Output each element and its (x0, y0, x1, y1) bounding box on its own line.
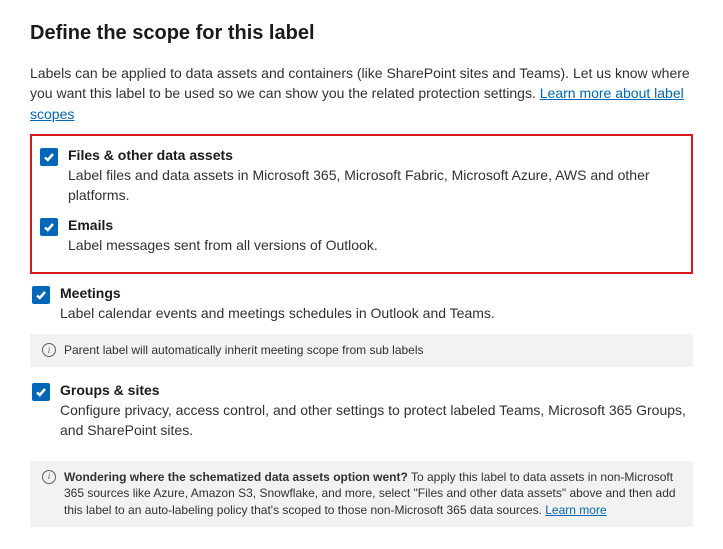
page-title: Define the scope for this label (30, 22, 693, 45)
schematized-info-bar: i Wondering where the schematized data a… (30, 461, 693, 527)
scope-emails-desc: Label messages sent from all versions of… (68, 236, 683, 256)
info-icon: i (42, 343, 56, 357)
scope-emails-text: Emails Label messages sent from all vers… (68, 216, 683, 256)
scope-files-title: Files & other data assets (68, 146, 683, 166)
scope-groups: Groups & sites Configure privacy, access… (30, 377, 693, 447)
checkmark-icon (43, 151, 55, 163)
meetings-info-text: Parent label will automatically inherit … (64, 342, 681, 359)
checkbox-meetings[interactable] (32, 286, 50, 304)
scope-meetings-title: Meetings (60, 284, 691, 304)
checkbox-groups[interactable] (32, 383, 50, 401)
checkmark-icon (35, 289, 47, 301)
checkbox-files[interactable] (40, 148, 58, 166)
scope-meetings-text: Meetings Label calendar events and meeti… (60, 284, 691, 324)
scope-files-desc: Label files and data assets in Microsoft… (68, 166, 683, 205)
scope-files-text: Files & other data assets Label files an… (68, 146, 683, 206)
scope-meetings: Meetings Label calendar events and meeti… (30, 280, 693, 330)
scope-groups-text: Groups & sites Configure privacy, access… (60, 381, 691, 441)
scope-meetings-desc: Label calendar events and meetings sched… (60, 304, 691, 324)
checkmark-icon (43, 221, 55, 233)
scope-files: Files & other data assets Label files an… (38, 142, 685, 212)
scope-groups-title: Groups & sites (60, 381, 691, 401)
learn-more-schematized-link[interactable]: Learn more (545, 503, 606, 517)
checkbox-emails[interactable] (40, 218, 58, 236)
intro-text: Labels can be applied to data assets and… (30, 63, 693, 124)
scope-emails-title: Emails (68, 216, 683, 236)
checkmark-icon (35, 386, 47, 398)
scope-emails: Emails Label messages sent from all vers… (38, 212, 685, 262)
scope-groups-desc: Configure privacy, access control, and o… (60, 401, 691, 440)
highlighted-scopes: Files & other data assets Label files an… (30, 134, 693, 274)
schematized-question: Wondering where the schematized data ass… (64, 470, 408, 484)
schematized-info-text: Wondering where the schematized data ass… (64, 469, 681, 519)
info-icon: i (42, 470, 56, 484)
meetings-info-bar: i Parent label will automatically inheri… (30, 334, 693, 367)
